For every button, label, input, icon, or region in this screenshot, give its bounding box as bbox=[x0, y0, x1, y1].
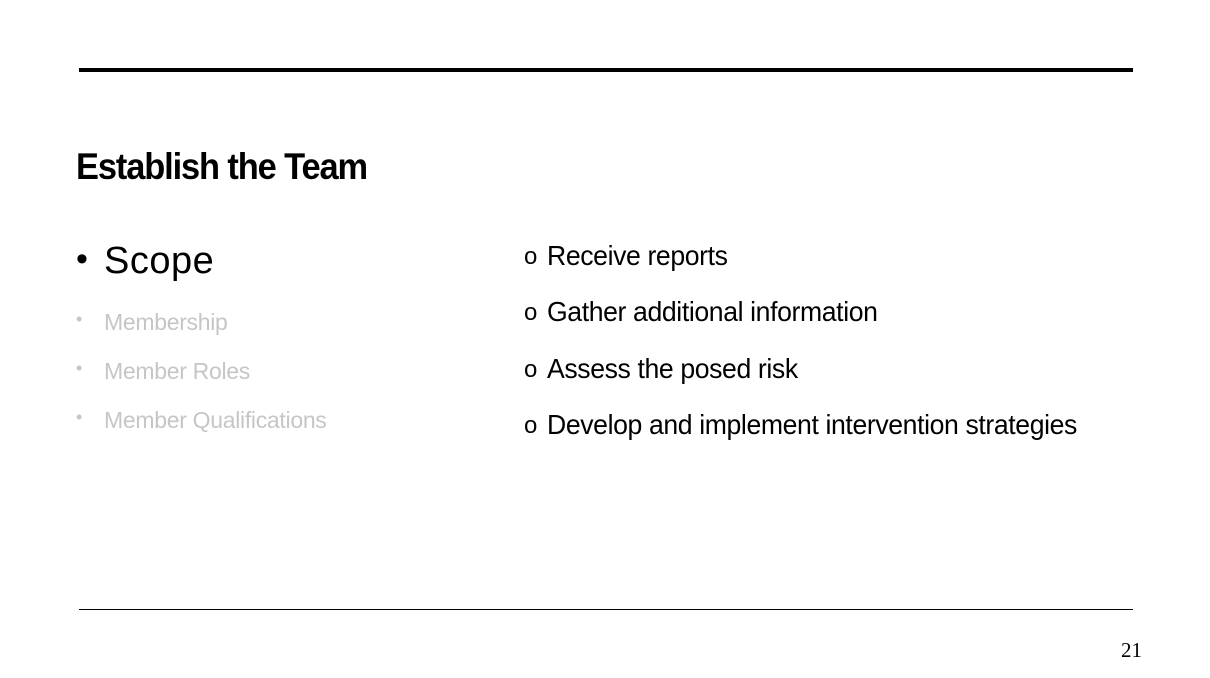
scope-item-label: Receive reports bbox=[547, 240, 728, 271]
slide-title: Establish the Team bbox=[76, 146, 368, 187]
scope-item-label: Develop and implement intervention strat… bbox=[547, 409, 1077, 440]
bullet-icon: • bbox=[76, 309, 83, 329]
circle-bullet-icon: o bbox=[524, 299, 537, 326]
topic-label: Scope bbox=[104, 240, 215, 282]
bullet-icon: • bbox=[76, 358, 83, 378]
scope-item-label: Assess the posed risk bbox=[547, 353, 798, 384]
circle-bullet-icon: o bbox=[524, 412, 537, 439]
topic-label: Member Qualifications bbox=[104, 407, 327, 433]
bullet-icon: • bbox=[76, 240, 88, 278]
topic-label: Member Roles bbox=[104, 358, 250, 384]
circle-bullet-icon: o bbox=[524, 356, 537, 383]
scope-item-label: Gather additional information bbox=[547, 296, 878, 327]
bottom-divider bbox=[79, 609, 1133, 610]
circle-bullet-icon: o bbox=[524, 243, 537, 270]
topic-label: Membership bbox=[104, 309, 228, 335]
page-number: 21 bbox=[1121, 638, 1142, 662]
bullet-icon: • bbox=[76, 407, 83, 427]
top-divider bbox=[79, 68, 1133, 72]
